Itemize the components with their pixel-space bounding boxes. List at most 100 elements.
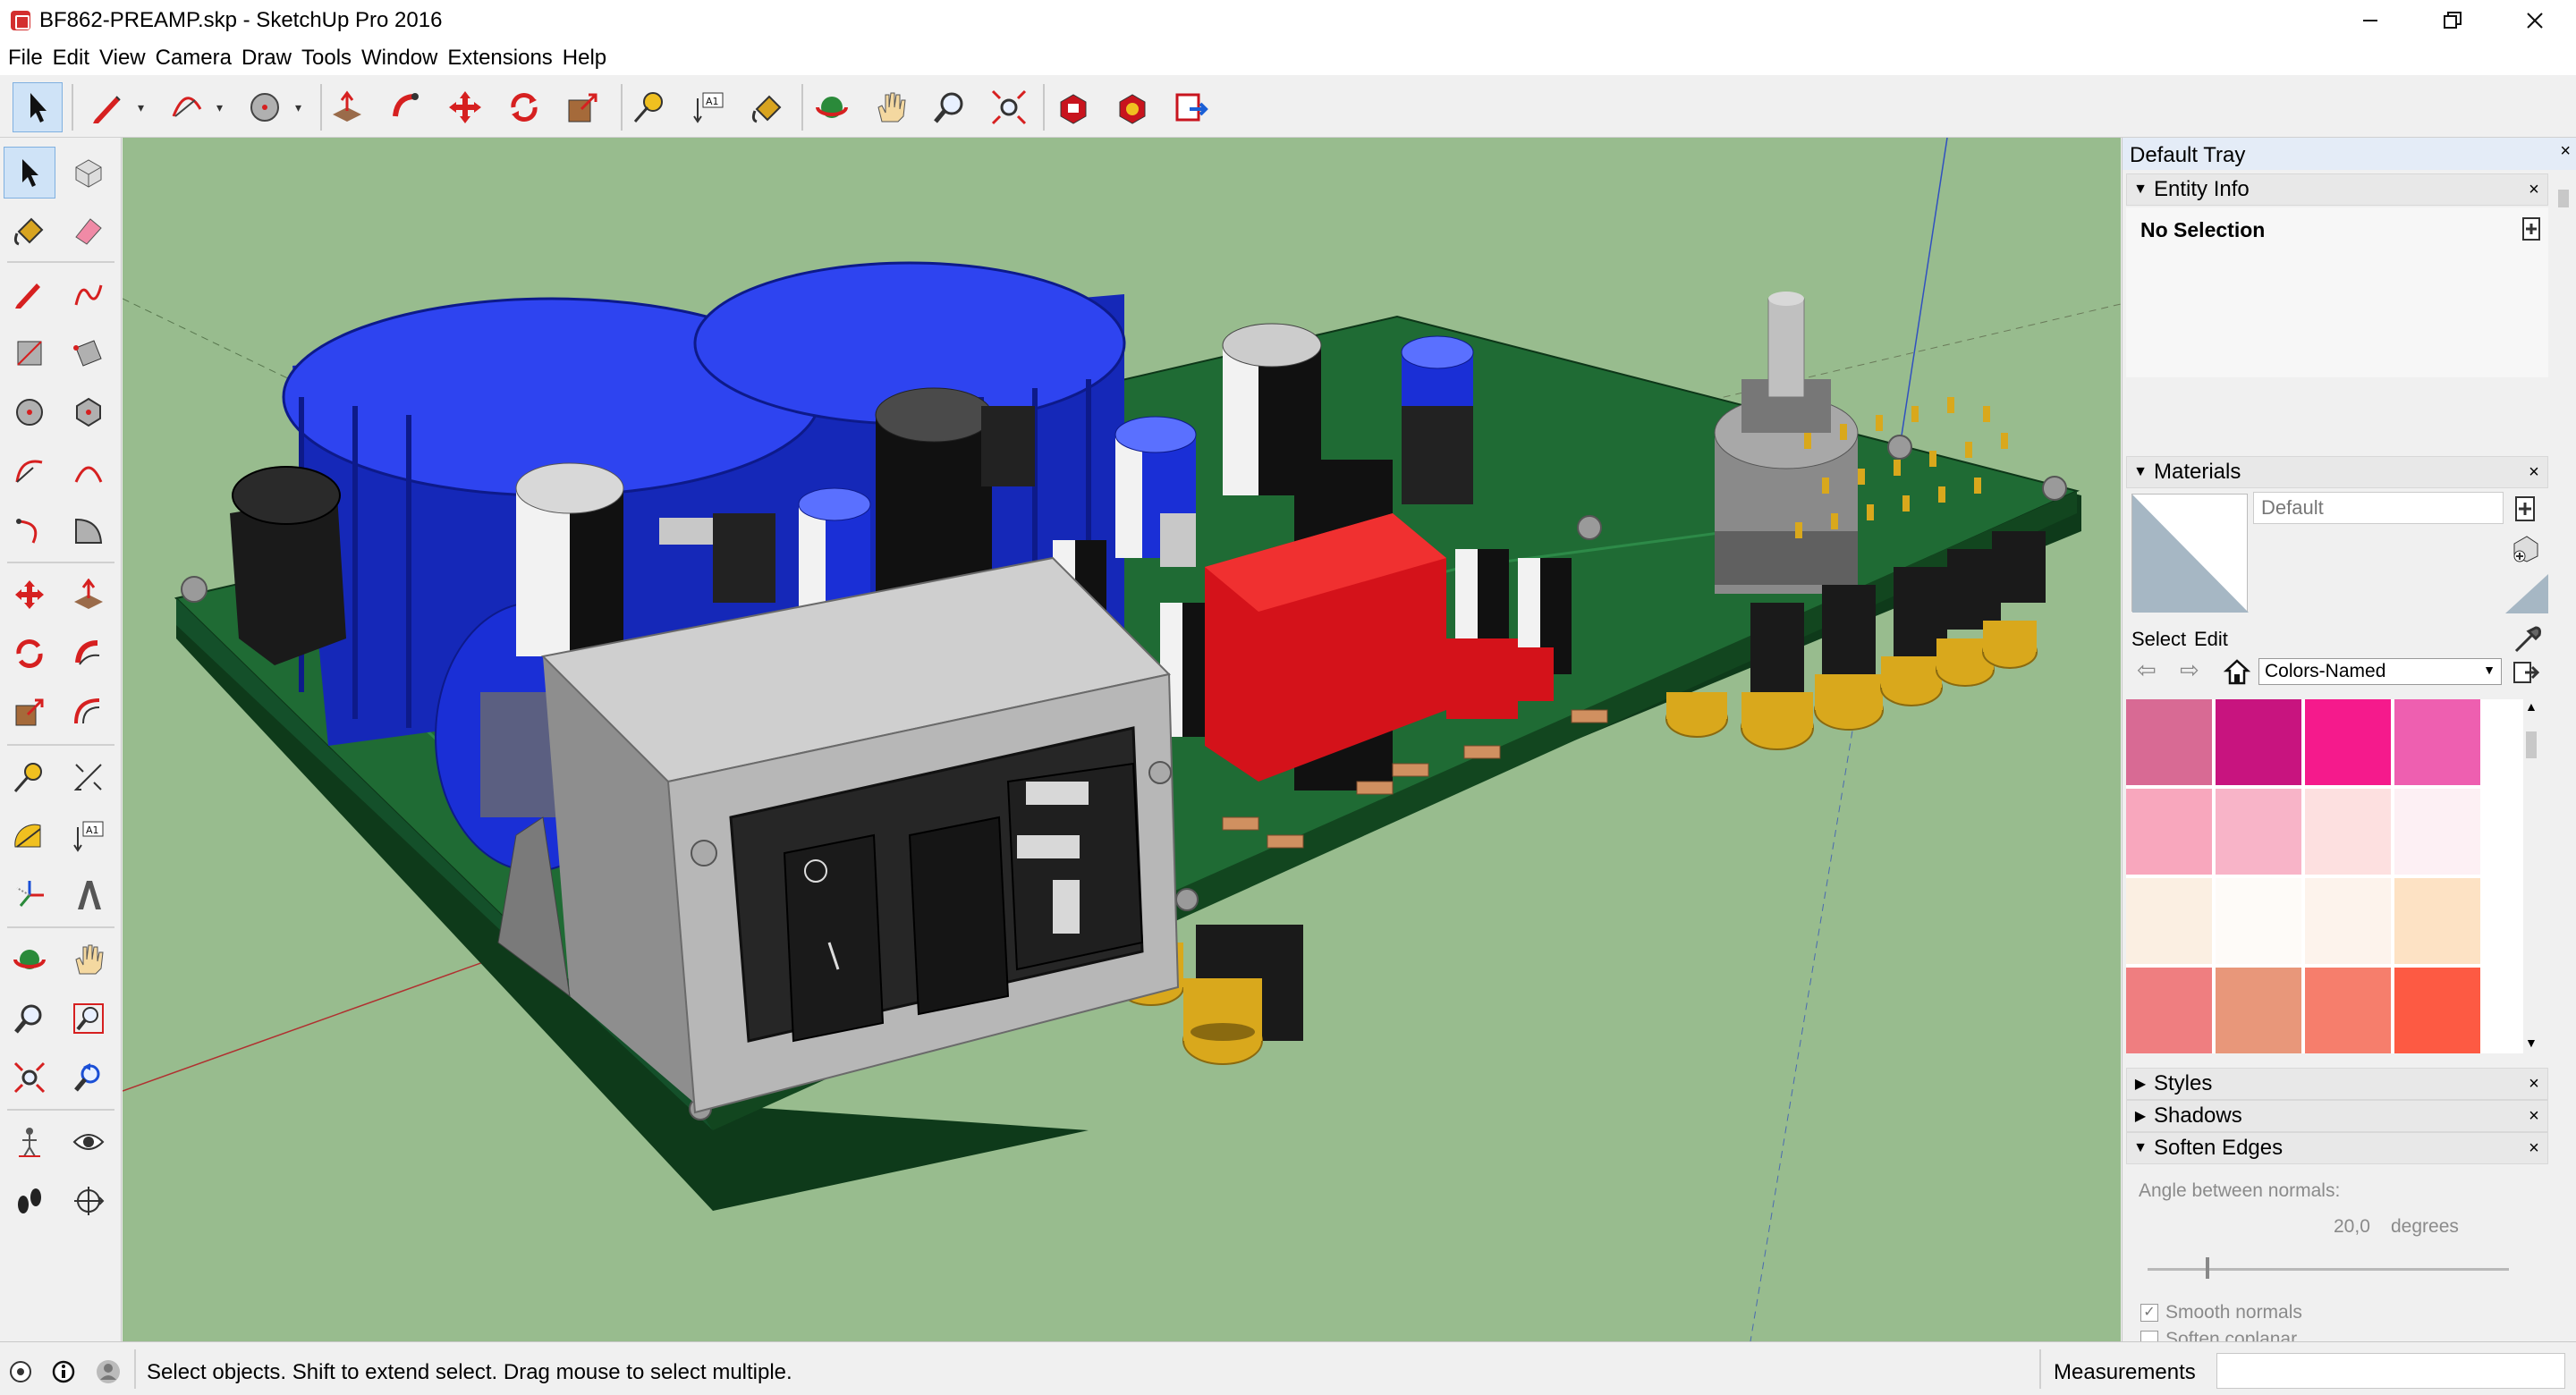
3d-text-tool-button[interactable] [63, 869, 114, 921]
model-viewport[interactable] [123, 138, 2121, 1341]
restore-button[interactable] [2411, 0, 2494, 41]
menu-extensions[interactable]: Extensions [445, 46, 559, 71]
circle-tool-button[interactable] [240, 82, 290, 132]
panel-close-icon[interactable]: × [2524, 462, 2544, 482]
position-camera-tool-button[interactable] [4, 1116, 55, 1168]
entity-info-scrollbar[interactable] [2555, 173, 2572, 379]
default-material-swatch[interactable] [2505, 574, 2548, 613]
material-swatch[interactable] [2305, 789, 2391, 875]
material-swatch[interactable] [2394, 789, 2480, 875]
rotate-tool-button[interactable] [4, 628, 55, 680]
menu-window[interactable]: Window [359, 46, 445, 71]
back-arrow-icon[interactable]: ⇦ [2137, 656, 2157, 684]
menu-draw[interactable]: Draw [239, 46, 299, 71]
panel-close-icon[interactable]: × [2524, 180, 2544, 199]
geo-location-icon[interactable] [9, 1360, 32, 1383]
pie-tool-button[interactable] [63, 504, 114, 556]
materials-library-select[interactable]: Colors-Named ▼ [2258, 658, 2502, 685]
material-swatch[interactable] [2216, 968, 2301, 1053]
arc-dropdown-caret[interactable]: ▾ [216, 100, 223, 115]
paint-bucket-tool-button[interactable] [4, 204, 55, 256]
text-tool-button[interactable]: A1 [683, 82, 733, 132]
measurements-input[interactable] [2216, 1353, 2565, 1389]
orbit-tool-button[interactable] [807, 82, 857, 132]
material-name-field[interactable]: Default [2253, 492, 2504, 524]
arc-tool-button[interactable] [161, 82, 211, 132]
arc-tool-button[interactable] [4, 445, 55, 497]
rectangle-tool-button[interactable] [4, 327, 55, 379]
panel-close-icon[interactable]: × [2524, 1074, 2544, 1094]
walk-tool-button[interactable] [4, 1175, 55, 1227]
rotate-tool-button[interactable] [499, 82, 549, 132]
menu-file[interactable]: File [5, 46, 50, 71]
angle-slider-thumb[interactable] [2205, 1257, 2209, 1279]
eraser-tool-button[interactable] [63, 204, 114, 256]
smooth-normals-checkbox[interactable]: ✓ [2140, 1304, 2158, 1322]
paint-bucket-tool-button[interactable] [742, 82, 792, 132]
text-tool-button[interactable]: A1 [63, 810, 114, 862]
materials-header[interactable]: ▼ Materials × [2126, 456, 2548, 488]
scroll-down-icon[interactable]: ▼ [2525, 1036, 2538, 1050]
zoom-extents-tool-button[interactable] [4, 1052, 55, 1103]
zoom-tool-button[interactable] [4, 993, 55, 1044]
home-icon[interactable] [2223, 658, 2251, 685]
two-point-arc-tool-button[interactable] [63, 445, 114, 497]
soften-edges-header[interactable]: ▼ Soften Edges × [2126, 1132, 2548, 1164]
minimize-button[interactable] [2329, 0, 2411, 41]
send-to-layout-button[interactable] [1166, 82, 1216, 132]
material-swatch[interactable] [2126, 699, 2212, 785]
material-swatch[interactable] [2394, 968, 2480, 1053]
rotated-rectangle-tool-button[interactable] [63, 327, 114, 379]
shadows-header[interactable]: ▶ Shadows × [2126, 1100, 2548, 1132]
section-plane-tool-button[interactable] [63, 1175, 114, 1227]
create-material-icon[interactable] [2514, 495, 2536, 522]
panel-close-icon[interactable]: × [2524, 1138, 2544, 1158]
pan-tool-button[interactable] [63, 934, 114, 985]
extension-warehouse-button[interactable] [1107, 82, 1157, 132]
circle-dropdown-caret[interactable]: ▾ [295, 100, 301, 115]
info-icon[interactable] [52, 1360, 75, 1383]
scale-tool-button[interactable] [558, 82, 608, 132]
tray-scrollbar[interactable] [2555, 1068, 2572, 1341]
make-component-button[interactable] [63, 147, 114, 199]
menu-tools[interactable]: Tools [299, 46, 359, 71]
follow-me-tool-button[interactable] [63, 628, 114, 680]
material-swatch[interactable] [2216, 878, 2301, 964]
look-around-tool-button[interactable] [63, 1116, 114, 1168]
details-arrow-icon[interactable] [2512, 660, 2539, 685]
sample-paint-icon[interactable] [2511, 533, 2541, 563]
materials-edit-tab[interactable]: Edit [2194, 628, 2228, 651]
polygon-tool-button[interactable] [63, 386, 114, 438]
material-swatch[interactable] [2394, 699, 2480, 785]
angle-slider-track[interactable] [2148, 1268, 2509, 1271]
scale-tool-button[interactable] [4, 687, 55, 739]
eyedropper-icon[interactable] [2511, 624, 2541, 655]
zoom-tool-button[interactable] [925, 82, 975, 132]
material-swatch[interactable] [2126, 968, 2212, 1053]
material-swatch[interactable] [2126, 878, 2212, 964]
line-tool-button[interactable] [4, 268, 55, 320]
push-pull-tool-button[interactable] [322, 82, 372, 132]
3d-warehouse-button[interactable] [1048, 82, 1098, 132]
line-dropdown-caret[interactable]: ▾ [138, 100, 144, 115]
previous-view-button[interactable] [63, 1052, 114, 1103]
menu-edit[interactable]: Edit [50, 46, 97, 71]
menu-view[interactable]: View [97, 46, 153, 71]
dimension-tool-button[interactable] [63, 751, 114, 803]
scroll-thumb[interactable] [2526, 731, 2537, 758]
tape-measure-tool-button[interactable] [624, 82, 674, 132]
entity-info-header[interactable]: ▼ Entity Info × [2126, 173, 2548, 206]
follow-me-tool-button[interactable] [381, 82, 431, 132]
move-tool-button[interactable] [440, 82, 490, 132]
offset-tool-button[interactable] [63, 687, 114, 739]
close-button[interactable] [2494, 0, 2576, 41]
sketchup-app-icon[interactable] [11, 11, 30, 30]
swatch-scrollbar[interactable]: ▲ ▼ [2523, 699, 2539, 1053]
scroll-up-icon[interactable]: ▲ [2525, 699, 2538, 714]
three-point-arc-tool-button[interactable] [4, 504, 55, 556]
pan-tool-button[interactable] [866, 82, 916, 132]
toggle-details-icon[interactable] [2521, 216, 2541, 241]
user-account-icon[interactable] [95, 1358, 122, 1385]
orbit-tool-button[interactable] [4, 934, 55, 985]
freehand-tool-button[interactable] [63, 268, 114, 320]
